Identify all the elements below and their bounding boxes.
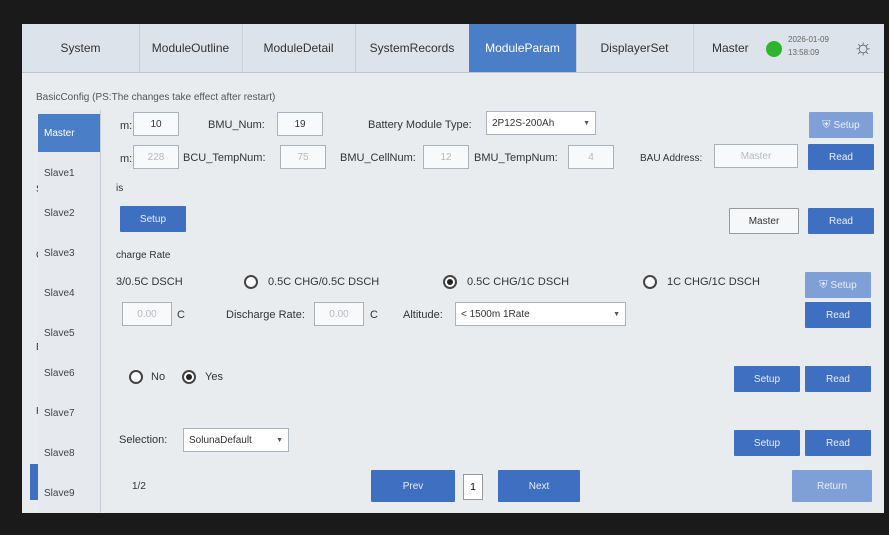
row1-value-field[interactable]: 10 — [133, 112, 179, 136]
prev-button[interactable]: Prev — [371, 470, 455, 502]
slave-item-5[interactable]: Slave5 — [38, 314, 100, 352]
role-label: Master — [712, 41, 749, 55]
chevron-down-icon: ▼ — [613, 311, 620, 318]
tab-module-detail[interactable]: ModuleDetail — [242, 24, 356, 72]
altitude-select[interactable]: < 1500m 1Rate ▼ — [455, 302, 626, 326]
bmu-num-label: BMU_Num: — [208, 119, 265, 131]
rate-option-3-label[interactable]: 1C CHG/1C DSCH — [667, 276, 760, 288]
battery-type-value: 2P12S-200Ah — [492, 117, 555, 129]
altitude-label: Altitude: — [403, 309, 443, 321]
no-label[interactable]: No — [151, 371, 165, 383]
yes-label[interactable]: Yes — [205, 371, 223, 383]
chevron-down-icon: ▼ — [583, 120, 590, 127]
bau-address-label: BAU Address: — [640, 153, 703, 164]
bcu-temp-field[interactable]: 75 — [280, 145, 326, 169]
tab-module-param[interactable]: ModuleParam — [469, 24, 577, 72]
yesno-setup-button[interactable]: Setup — [734, 366, 800, 392]
yesno-read-button[interactable]: Read — [805, 366, 871, 392]
datetime: 2026-01-09 13:58:09 — [788, 33, 829, 59]
charge-unit: C — [177, 309, 185, 321]
tab-system-records[interactable]: SystemRecords — [355, 24, 470, 72]
rate-option-1-radio[interactable] — [244, 275, 258, 289]
altitude-value: < 1500m 1Rate — [461, 308, 530, 320]
return-button[interactable]: Return — [792, 470, 872, 502]
brightness-icon[interactable]: ☼ — [853, 34, 873, 60]
discharge-unit: C — [370, 309, 378, 321]
yes-radio[interactable] — [182, 370, 196, 384]
slave-selector-panel: Master Slave1 Slave2 Slave3 Slave4 Slave… — [38, 110, 101, 513]
rate-option-0-label[interactable]: 3/0.5C DSCH — [116, 276, 183, 288]
bcu-temp-label: BCU_TempNum: — [183, 152, 266, 164]
rate-setup-button[interactable]: ⛨ Setup — [805, 272, 871, 298]
basic-config-note: BasicConfig (PS:The changes take effect … — [36, 92, 276, 103]
time-text: 13:58:09 — [788, 48, 820, 57]
row1-cut-label: m: — [120, 120, 133, 132]
selection-value: SolunaDefault — [189, 434, 252, 446]
rate-setup-label: Setup — [830, 279, 857, 291]
rate-read-button[interactable]: Read — [805, 302, 871, 328]
status-led-icon — [766, 41, 782, 57]
selection-setup-button[interactable]: Setup — [734, 430, 800, 456]
row2-read-button[interactable]: Read — [808, 144, 874, 170]
row2-value-field[interactable]: 228 — [133, 145, 179, 169]
top-tab-bar: System ModuleOutline ModuleDetail System… — [22, 24, 884, 73]
battery-type-label: Battery Module Type: — [368, 119, 472, 131]
bau-address-field[interactable]: Master — [714, 144, 798, 168]
tab-displayer-set[interactable]: DisplayerSet — [576, 24, 694, 72]
rate-option-1-label[interactable]: 0.5C CHG/0.5C DSCH — [268, 276, 379, 288]
rate-option-3-radio[interactable] — [643, 275, 657, 289]
row2-cut-label: m: — [120, 153, 133, 165]
selection-select[interactable]: SolunaDefault ▼ — [183, 428, 289, 452]
row3-read-button[interactable]: Read — [808, 208, 874, 234]
next-button[interactable]: Next — [498, 470, 580, 502]
bmu-num-field[interactable]: 19 — [277, 112, 323, 136]
rate-option-2-radio[interactable] — [443, 275, 457, 289]
bmu-temp-field[interactable]: 4 — [568, 145, 614, 169]
slave-item-master[interactable]: Master — [38, 114, 100, 152]
date-text: 2026-01-09 — [788, 35, 829, 44]
discharge-rate-label: Discharge Rate: — [226, 309, 305, 321]
master-button[interactable]: Master — [729, 208, 799, 234]
tab-system[interactable]: System — [22, 24, 140, 72]
bmu-temp-label: BMU_TempNum: — [474, 152, 558, 164]
charge-rate-field[interactable]: 0.00 — [122, 302, 172, 326]
shield-icon: ⛨ — [819, 278, 828, 291]
page-indicator: 1/2 — [132, 481, 146, 492]
bmu-cell-field[interactable]: 12 — [423, 145, 469, 169]
row3-setup-button[interactable]: Setup — [120, 206, 186, 232]
slave-item-2[interactable]: Slave2 — [38, 194, 100, 232]
slave-item-8[interactable]: Slave8 — [38, 434, 100, 472]
discharge-rate-field[interactable]: 0.00 — [314, 302, 364, 326]
slave-item-4[interactable]: Slave4 — [38, 274, 100, 312]
scroll-indicator[interactable] — [30, 464, 38, 500]
selection-label: Selection: — [119, 434, 168, 446]
battery-type-select[interactable]: 2P12S-200Ah ▼ — [486, 111, 596, 135]
slave-item-1[interactable]: Slave1 — [38, 154, 100, 192]
shield-icon: ⛨ — [822, 118, 831, 131]
row1-setup-label: Setup — [833, 119, 860, 131]
hmi-screen: System ModuleOutline ModuleDetail System… — [22, 24, 884, 513]
rate-option-2-label[interactable]: 0.5C CHG/1C DSCH — [467, 276, 569, 288]
page-number-field[interactable]: 1 — [463, 474, 483, 500]
slave-item-3[interactable]: Slave3 — [38, 234, 100, 272]
charge-rate-title: charge Rate — [116, 250, 171, 261]
slave-item-9[interactable]: Slave9 — [38, 474, 100, 512]
slave-item-7[interactable]: Slave7 — [38, 394, 100, 432]
row3-cut-label: is — [116, 183, 124, 194]
bmu-cell-label: BMU_CellNum: — [340, 152, 416, 164]
row1-setup-button[interactable]: ⛨ Setup — [809, 112, 873, 138]
selection-read-button[interactable]: Read — [805, 430, 871, 456]
slave-item-6[interactable]: Slave6 — [38, 354, 100, 392]
chevron-down-icon: ▼ — [276, 437, 283, 444]
no-radio[interactable] — [129, 370, 143, 384]
tab-module-outline[interactable]: ModuleOutline — [139, 24, 243, 72]
